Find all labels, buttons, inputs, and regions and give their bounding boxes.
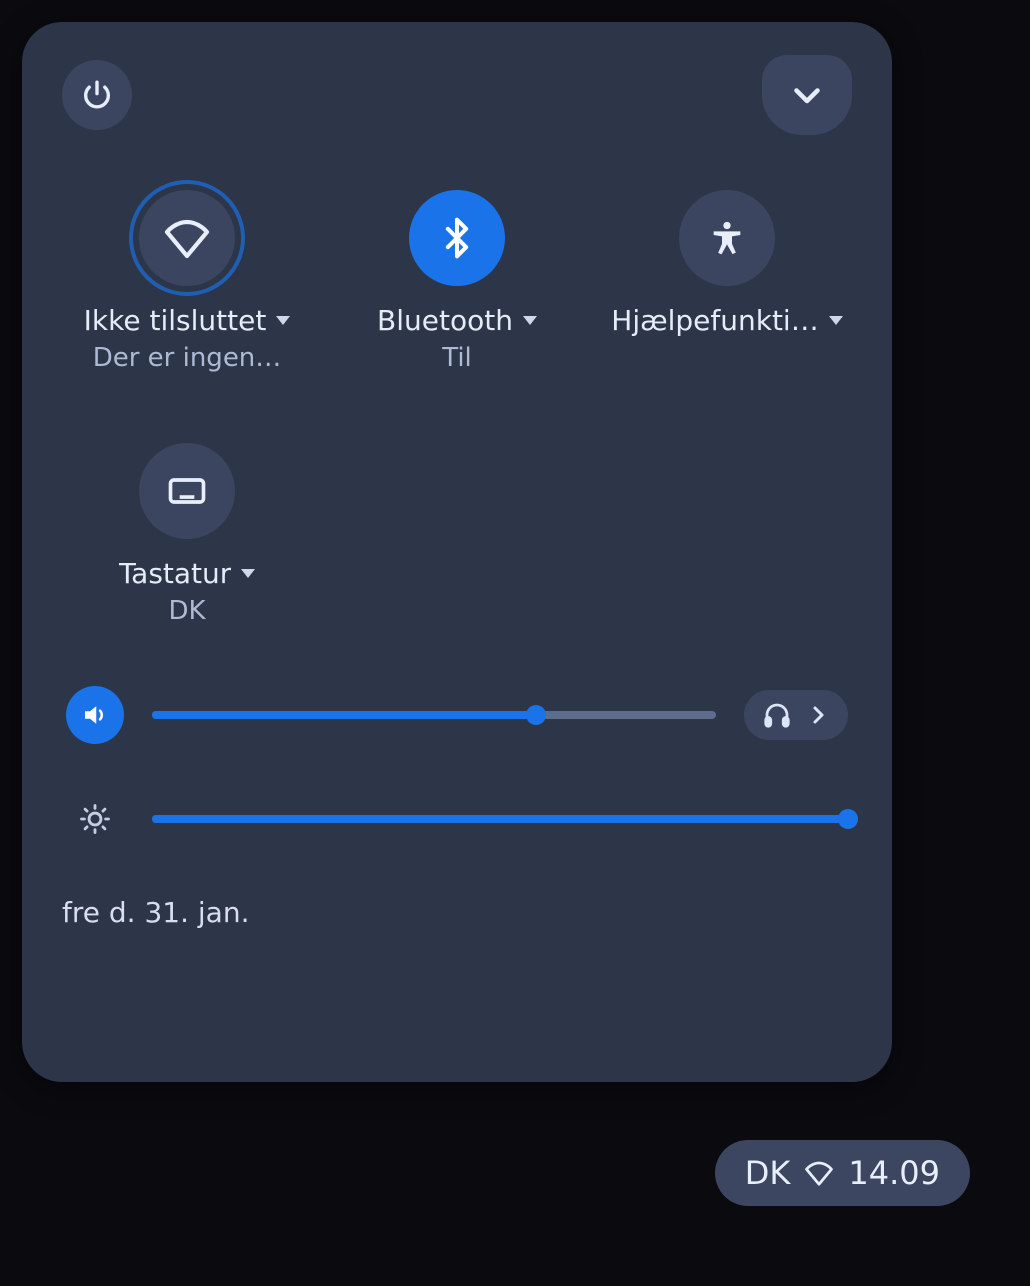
volume-mute-button[interactable] [66,686,124,744]
accessibility-toggle-button[interactable] [679,190,775,286]
wifi-sublabel: Der er ingen… [93,343,282,373]
keyboard-icon [165,469,209,513]
ime-indicator: DK [745,1154,791,1192]
panel-date: fre d. 31. jan. [62,896,852,929]
wifi-label-row[interactable]: Ikke tilsluttet [84,304,291,337]
audio-output-button[interactable] [744,690,848,740]
bluetooth-label-row[interactable]: Bluetooth [377,304,537,337]
keyboard-label-row[interactable]: Tastatur [119,557,256,590]
chevron-right-icon [806,703,830,727]
brightness-icon [78,802,112,836]
caret-down-icon [276,316,290,325]
keyboard-sublabel: DK [168,596,205,626]
caret-down-icon [241,569,255,578]
volume-icon [80,700,110,730]
keyboard-toggle-button[interactable] [139,443,235,539]
accessibility-tile: Hjælpefunkti… [611,190,842,373]
sliders-section [62,686,852,848]
collapse-button[interactable] [762,55,852,135]
wifi-icon [163,214,211,262]
power-button[interactable] [62,60,132,130]
bluetooth-sublabel: Til [442,343,472,373]
accessibility-icon [707,218,747,258]
keyboard-label: Tastatur [119,557,232,590]
bluetooth-tile: Bluetooth Til [377,190,537,373]
accessibility-label: Hjælpefunkti… [611,304,818,337]
keyboard-tile: Tastatur DK [119,443,256,626]
power-icon [80,78,114,112]
bluetooth-toggle-button[interactable] [409,190,505,286]
wifi-tile: Ikke tilsluttet Der er ingen… [84,190,291,373]
bluetooth-label: Bluetooth [377,304,513,337]
volume-slider[interactable] [152,711,716,719]
wifi-label: Ikke tilsluttet [84,304,267,337]
volume-row [66,686,848,744]
chevron-down-icon [789,77,825,113]
wifi-toggle-button[interactable] [139,190,235,286]
quick-settings-panel: Ikke tilsluttet Der er ingen… Bluetooth … [22,22,892,1082]
brightness-button[interactable] [66,790,124,848]
headphones-icon [762,700,792,730]
brightness-row [66,790,848,848]
caret-down-icon [829,316,843,325]
caret-down-icon [523,316,537,325]
panel-top-row [62,60,852,130]
brightness-slider[interactable] [152,815,848,823]
wifi-status-icon [804,1158,834,1188]
accessibility-label-row[interactable]: Hjælpefunkti… [611,304,842,337]
toggle-grid: Ikke tilsluttet Der er ingen… Bluetooth … [62,190,852,626]
system-tray[interactable]: DK 14.09 [715,1140,970,1206]
bluetooth-icon [435,216,479,260]
clock: 14.09 [848,1154,940,1192]
